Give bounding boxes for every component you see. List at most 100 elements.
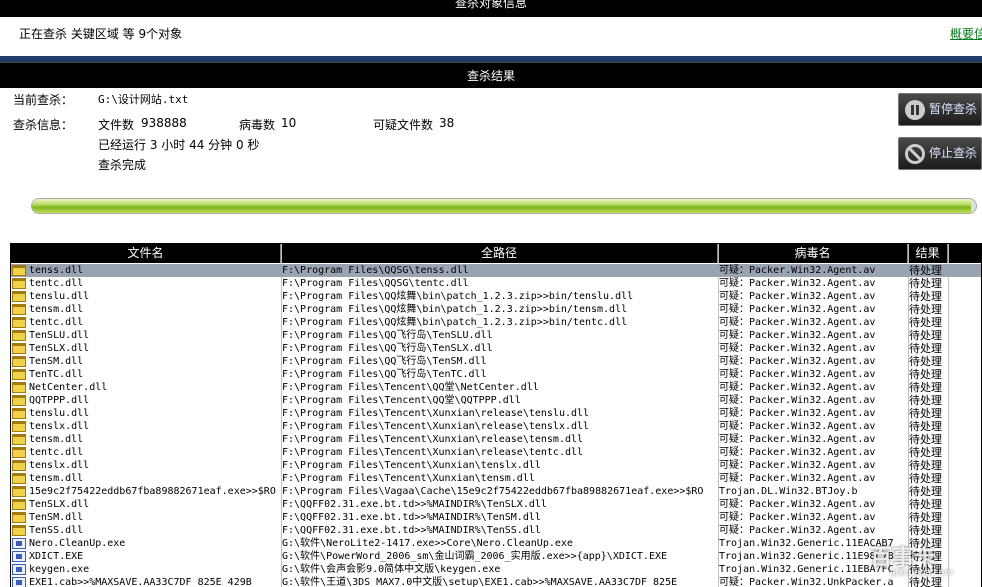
document-icon — [12, 577, 26, 587]
table-row[interactable]: NetCenter.dll F:\Program Files\Tencent\QQ… — [11, 381, 981, 394]
table-row[interactable]: QQTPPP.dll F:\Program Files\Tencent\QQ堂\Q… — [11, 394, 981, 407]
cell-path: F:\Program Files\Tencent\Xunxian\tensm.d… — [282, 473, 535, 484]
table-row[interactable]: tensm.dll F:\Program Files\QQ炫舞\bin\patch… — [11, 303, 981, 316]
column-header-virus[interactable]: 病毒名 — [718, 244, 908, 263]
cell-filename: tenss.dll — [29, 265, 84, 276]
table-row[interactable]: TenSLU.dll F:\Program Files\QQ飞行岛\TenSLU.… — [11, 329, 981, 342]
cell-path: G:\软件\会声会影9.0简体中文版\keygen.exe — [282, 564, 501, 575]
cell-virus-name: 可疑：Packer.Win32.Agent.av — [719, 330, 876, 341]
cell-path: F:\Program Files\Tencent\Xunxian\release… — [282, 447, 584, 458]
cell-virus-name: 可疑：Packer.Win32.Agent.av — [719, 460, 876, 471]
pause-icon — [905, 100, 925, 120]
cell-path: F:\Program Files\QQSG\tentc.dll — [282, 278, 469, 289]
cell-result: 待处理 — [909, 524, 942, 537]
cell-virus-name: 可疑：Packer.Win32.Agent.av — [719, 395, 876, 406]
cell-filename: Nero.CleanUp.exe — [29, 538, 126, 549]
table-row[interactable]: EXE1.cab>>%MAXSAVE.AA33C7DF_825E_429B_ G:… — [11, 576, 981, 587]
cell-filename: NetCenter.dll — [29, 382, 108, 393]
cell-path: F:\Program Files\QQ飞行岛\TenSLU.dll — [282, 330, 493, 341]
cell-result: 待处理 — [909, 303, 942, 316]
table-row[interactable]: tenslu.dll F:\Program Files\Tencent\Xunxi… — [11, 407, 981, 420]
column-header-path[interactable]: 全路径 — [281, 244, 718, 263]
cell-result: 待处理 — [909, 485, 942, 498]
table-row[interactable]: XDICT.EXE G:\软件\PowerWord_2006_sm\金山词霸_20… — [11, 550, 981, 563]
table-row[interactable]: TenTC.dll F:\Program Files\QQ飞行岛\TenTC.dl… — [11, 368, 981, 381]
cell-result: 待处理 — [909, 511, 942, 524]
table-row[interactable]: tentc.dll F:\Program Files\QQSG\tentc.dll… — [11, 277, 981, 290]
table-row[interactable]: Nero.CleanUp.exe G:\软件\NeroLite2-1417.exe… — [11, 537, 981, 550]
stop-icon — [905, 144, 925, 164]
cell-path: F:\Program Files\Tencent\Xunxian\release… — [282, 421, 590, 432]
folder-icon — [12, 460, 26, 471]
cell-virus-name: 可疑：Packer.Win32.Agent.av — [719, 317, 876, 328]
cell-filename: TenSLX.dll — [29, 499, 90, 510]
folder-icon — [12, 291, 26, 302]
cell-path: F:\QQFF02.31.exe.bt.td>>%MAINDIR%\TenSM.… — [282, 512, 541, 523]
cell-path: F:\Program Files\QQ炫舞\bin\patch_1.2.3.zi… — [282, 304, 628, 315]
cell-filename: tensm.dll — [29, 304, 84, 315]
cell-path: F:\Program Files\Tencent\Xunxian\release… — [282, 434, 584, 445]
table-row[interactable]: TenSLX.dll F:\QQFF02.31.exe.bt.td>>%MAIND… — [11, 498, 981, 511]
column-header-filename[interactable]: 文件名 — [11, 244, 281, 263]
pause-scan-button[interactable]: 暂停查杀 — [898, 93, 982, 126]
scan-progress-bar — [31, 198, 977, 214]
cell-virus-name: 可疑：Packer.Win32.Agent.av — [719, 525, 876, 536]
table-row[interactable]: tenslu.dll F:\Program Files\QQ炫舞\bin\patc… — [11, 290, 981, 303]
cell-path: G:\软件\王道\3DS MAX7.0中文版\setup\EXE1.cab>>%… — [282, 577, 684, 587]
column-header-result[interactable]: 结果 — [908, 244, 948, 263]
cell-virus-name: 可疑：Packer.Win32.Agent.av — [719, 356, 876, 367]
folder-icon — [12, 408, 26, 419]
folder-icon — [12, 382, 26, 393]
cell-result: 待处理 — [909, 446, 942, 459]
watermark: 百事卡 ijiaxueba.com — [870, 540, 980, 586]
cell-virus-name: 可疑：Packer.Win32.Agent.av — [719, 291, 876, 302]
file-count-label: 文件数 — [98, 118, 135, 132]
cell-path: F:\Program Files\Tencent\QQ堂\NetCenter.d… — [282, 382, 539, 393]
table-row[interactable]: keygen.exe G:\软件\会声会影9.0简体中文版\keygen.exe T… — [11, 563, 981, 576]
table-row[interactable]: tensm.dll F:\Program Files\Tencent\Xunxia… — [11, 433, 981, 446]
summary-link[interactable]: 概要信 — [950, 25, 982, 42]
cell-path: F:\QQFF02.31.exe.bt.td>>%MAINDIR%\TenSS.… — [282, 525, 541, 536]
cell-path: F:\Program Files\Tencent\QQ堂\QQTPPP.dll — [282, 395, 521, 406]
cell-result: 待处理 — [909, 433, 942, 446]
cell-filename: keygen.exe — [29, 564, 90, 575]
cell-filename: TenTC.dll — [29, 369, 84, 380]
cell-virus-name: 可疑：Packer.Win32.Agent.av — [719, 408, 876, 419]
folder-icon — [12, 278, 26, 289]
scan-results-title: 查杀结果 — [466, 69, 515, 83]
table-body: tenss.dll F:\Program Files\QQSG\tenss.dll… — [11, 264, 981, 587]
cell-filename: TenSS.dll — [29, 525, 84, 536]
table-row[interactable]: TenSLX.dll F:\Program Files\QQ飞行岛\TenSLX.… — [11, 342, 981, 355]
scan-target-header: 查杀对象信息 — [0, 0, 982, 17]
cell-path: F:\Program Files\QQ飞行岛\TenTC.dll — [282, 369, 487, 380]
table-row[interactable]: tenslx.dll F:\Program Files\Tencent\Xunxi… — [11, 459, 981, 472]
table-row[interactable]: tenslx.dll F:\Program Files\Tencent\Xunxi… — [11, 420, 981, 433]
table-row[interactable]: TenSS.dll F:\QQFF02.31.exe.bt.td>>%MAINDI… — [11, 524, 981, 537]
cell-result: 待处理 — [909, 407, 942, 420]
cell-filename: tenslx.dll — [29, 421, 90, 432]
cell-result: 待处理 — [909, 264, 942, 277]
cell-filename: tensm.dll — [29, 473, 84, 484]
cell-result: 待处理 — [909, 420, 942, 433]
table-row[interactable]: tenss.dll F:\Program Files\QQSG\tenss.dll… — [11, 264, 981, 277]
table-row[interactable]: tensm.dll F:\Program Files\Tencent\Xunxia… — [11, 472, 981, 485]
current-scan-path: G:\设计网站.txt — [98, 93, 189, 106]
table-row[interactable]: TenSM.dll F:\QQFF02.31.exe.bt.td>>%MAINDI… — [11, 511, 981, 524]
stop-scan-button[interactable]: 停止查杀 — [898, 137, 982, 170]
cell-filename: tentc.dll — [29, 447, 84, 458]
cell-path: F:\Program Files\QQ炫舞\bin\patch_1.2.3.zi… — [282, 317, 628, 328]
scan-progress-fill — [32, 199, 972, 213]
table-row[interactable]: tentc.dll F:\Program Files\QQ炫舞\bin\patch… — [11, 316, 981, 329]
elapsed-time: 已经运行 3 小时 44 分钟 0 秒 — [98, 138, 260, 152]
virus-count-label: 病毒数 — [239, 118, 276, 132]
cell-result: 待处理 — [909, 355, 942, 368]
table-row[interactable]: 15e9c2f75422eddb67fba89882671eaf.exe>>$R… — [11, 485, 981, 498]
file-count-value: 938888 — [141, 116, 187, 130]
current-scan-label: 当前查杀： — [13, 93, 74, 107]
scan-results-header: 查杀结果 — [0, 62, 982, 88]
table-row[interactable]: tentc.dll F:\Program Files\Tencent\Xunxia… — [11, 446, 981, 459]
table-row[interactable]: TenSM.dll F:\Program Files\QQ飞行岛\TenSM.dl… — [11, 355, 981, 368]
cell-virus-name: 可疑：Packer.Win32.Agent.av — [719, 434, 876, 445]
results-table: 文件名 全路径 病毒名 结果 tenss.dll F:\Program Files… — [10, 243, 982, 587]
document-icon — [12, 538, 26, 549]
